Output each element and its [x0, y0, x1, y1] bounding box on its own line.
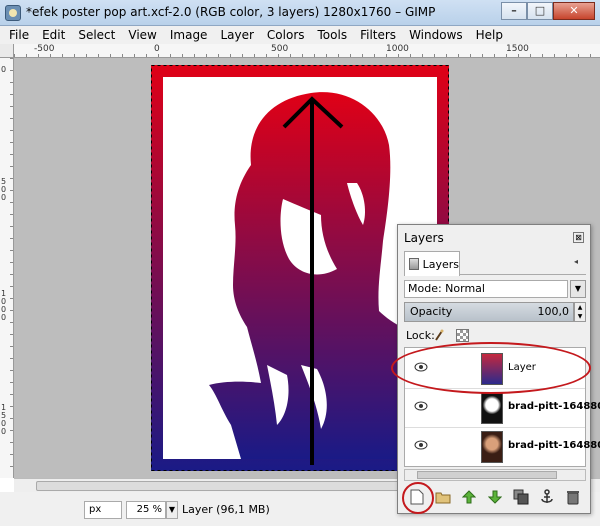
ruler-tick: 1500	[506, 44, 529, 54]
lock-alpha-icon[interactable]	[456, 329, 469, 342]
menu-help[interactable]: Help	[476, 28, 503, 42]
eye-icon[interactable]	[414, 401, 428, 411]
layer-thumbnail	[481, 353, 503, 385]
layer-name: brad-pitt-164880	[508, 401, 600, 412]
menu-view[interactable]: View	[128, 28, 156, 42]
menu-layer[interactable]: Layer	[220, 28, 253, 42]
layer-list-scrollbar[interactable]	[404, 469, 586, 481]
layer-name: brad-pitt-164880	[508, 440, 600, 451]
ruler-tick: 1500	[1, 403, 7, 436]
layer-thumbnail	[481, 431, 503, 463]
tab-layers[interactable]: Layers	[404, 251, 460, 276]
lower-layer-icon[interactable]	[486, 488, 504, 506]
zoom-dropdown-icon[interactable]: ▼	[166, 501, 178, 519]
layer-row[interactable]: brad-pitt-164880	[405, 389, 600, 427]
layer-thumbnail	[481, 392, 503, 424]
menu-file[interactable]: File	[9, 28, 29, 42]
menu-tools[interactable]: Tools	[318, 28, 348, 42]
window-controls: – □ ✕	[501, 2, 595, 20]
menu-colors[interactable]: Colors	[267, 28, 305, 42]
vertical-ruler[interactable]: 0 500 1000 1500	[0, 58, 14, 478]
menu-filters[interactable]: Filters	[360, 28, 396, 42]
ruler-tick: 1000	[386, 44, 409, 54]
ruler-tick: 1000	[1, 289, 7, 322]
eye-icon[interactable]	[414, 362, 428, 372]
dock-close-icon[interactable]: ⊠	[573, 232, 584, 243]
unit-select[interactable]: px	[84, 501, 122, 519]
mode-dropdown-icon[interactable]: ▼	[570, 280, 586, 298]
new-layer-icon[interactable]	[408, 488, 426, 506]
mode-select[interactable]: Mode: Normal	[404, 280, 568, 298]
layers-dock: Layers ⊠ Layers ◂ Mode: Normal ▼ Opacity…	[397, 224, 600, 514]
scrollbar-thumb[interactable]	[417, 471, 557, 479]
ruler-tick: -500	[34, 44, 55, 54]
layers-icon	[409, 258, 419, 270]
raise-layer-icon[interactable]	[460, 488, 478, 506]
ruler-tick: 500	[271, 44, 289, 54]
ruler-corner	[0, 44, 14, 58]
close-button[interactable]: ✕	[553, 2, 595, 20]
dock-tabstrip: Layers ◂	[404, 251, 586, 276]
tab-menu-icon[interactable]: ◂	[574, 257, 584, 267]
gimp-app-icon	[5, 5, 21, 21]
status-layer-info: Layer (96,1 MB)	[182, 503, 270, 516]
zoom-input[interactable]: 25 %	[126, 501, 166, 519]
dock-title: Layers	[404, 231, 444, 245]
layers-toolbar	[404, 485, 586, 509]
title-bar: *efek poster pop art.xcf-2.0 (RGB color,…	[0, 0, 600, 26]
layer-name: Layer	[508, 362, 536, 373]
maximize-button[interactable]: □	[527, 2, 553, 20]
layer-row[interactable]: brad-pitt-164880	[405, 428, 600, 466]
opacity-value: 100,0	[537, 305, 570, 318]
opacity-label: Opacity	[410, 305, 453, 318]
horizontal-ruler[interactable]: -500 0 500 1000 1500	[14, 44, 600, 58]
duplicate-layer-icon[interactable]	[512, 488, 530, 506]
lock-pixels-icon[interactable]	[434, 329, 444, 342]
ruler-tick: 0	[1, 65, 7, 74]
opacity-slider[interactable]: Opacity 100,0	[404, 302, 574, 322]
eye-icon[interactable]	[414, 440, 428, 450]
menu-select[interactable]: Select	[78, 28, 115, 42]
menu-bar: File Edit Select View Image Layer Colors…	[0, 26, 600, 44]
anchor-layer-icon[interactable]	[538, 488, 556, 506]
minimize-button[interactable]: –	[501, 2, 527, 20]
ruler-tick: 500	[1, 177, 7, 202]
menu-image[interactable]: Image	[170, 28, 208, 42]
window-title: *efek poster pop art.xcf-2.0 (RGB color,…	[26, 5, 436, 19]
opacity-spinner[interactable]: ▲ ▼	[574, 302, 586, 322]
tab-layers-label: Layers	[422, 257, 459, 271]
layer-row[interactable]: Layer	[405, 350, 585, 388]
new-group-icon[interactable]	[434, 488, 452, 506]
delete-layer-icon[interactable]	[564, 488, 582, 506]
menu-windows[interactable]: Windows	[409, 28, 463, 42]
ruler-tick: 0	[154, 44, 160, 54]
layer-list: Layer brad-pitt-164880 brad-pitt-164880	[404, 347, 600, 467]
lock-label: Lock:	[406, 329, 435, 342]
menu-edit[interactable]: Edit	[42, 28, 65, 42]
